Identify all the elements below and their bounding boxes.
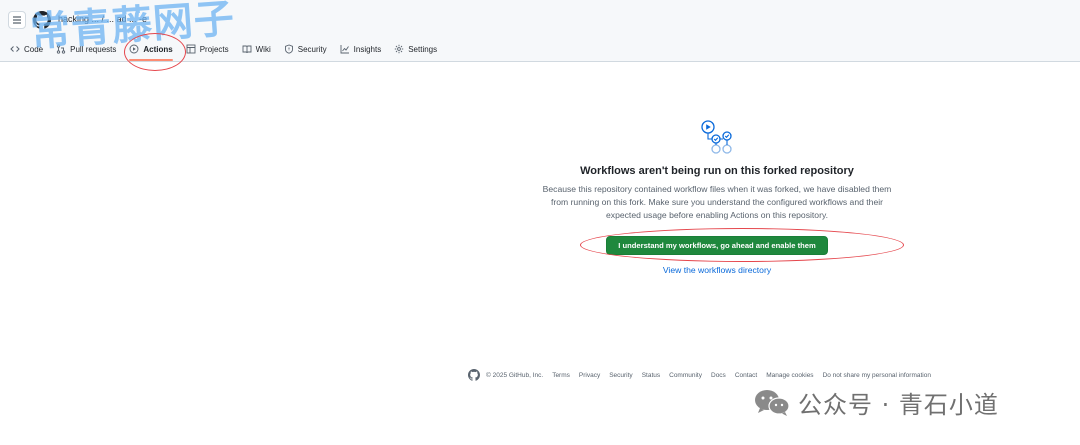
description-line: expected usage before enabling Actions o…: [606, 210, 828, 220]
tab-settings[interactable]: Settings: [394, 39, 437, 59]
workflow-icon: [701, 120, 732, 154]
footer-link-community[interactable]: Community: [669, 372, 702, 379]
footer-copyright: © 2025 GitHub, Inc.: [486, 371, 544, 379]
tab-projects[interactable]: Projects: [186, 39, 229, 59]
footer-link-manage-cookies[interactable]: Manage cookies: [766, 372, 813, 379]
play-icon: [129, 44, 139, 54]
tab-label: Code: [24, 44, 44, 54]
graph-icon: [340, 44, 350, 54]
menu-button[interactable]: [8, 11, 26, 29]
repo-path[interactable]: hacking ... / ... ad ... -e: [58, 14, 147, 24]
footer-link-contact[interactable]: Contact: [735, 372, 757, 379]
workflows-directory-link[interactable]: View the workflows directory: [617, 265, 817, 275]
pull-request-icon: [56, 44, 66, 54]
enable-workflows-button[interactable]: I understand my workflows, go ahead and …: [606, 236, 828, 255]
github-logo-icon[interactable]: [33, 11, 51, 29]
empty-state-description: Because this repository contained workfl…: [527, 183, 907, 222]
description-line: from running on this fork. Make sure you…: [551, 197, 883, 207]
footer-link-do-not-share[interactable]: Do not share my personal information: [823, 372, 931, 379]
github-footer-logo-icon[interactable]: [468, 369, 480, 381]
hamburger-icon: [13, 16, 21, 24]
tab-code[interactable]: Code: [10, 39, 43, 59]
tab-actions[interactable]: Actions: [129, 39, 174, 61]
wechat-icon: [755, 390, 790, 416]
tab-label: Projects: [199, 44, 229, 54]
table-icon: [186, 44, 196, 54]
tab-label: Settings: [408, 44, 438, 54]
tab-label: Security: [297, 44, 327, 54]
tab-label: Wiki: [255, 44, 271, 54]
footer-link-status[interactable]: Status: [642, 372, 660, 379]
tab-security[interactable]: Security: [284, 39, 327, 59]
shield-icon: [284, 44, 294, 54]
footer-link-security[interactable]: Security: [609, 372, 632, 379]
tab-label: Insights: [353, 44, 382, 54]
tab-label: Pull requests: [70, 44, 117, 54]
wechat-account-name: 公众号 · 青石小道: [798, 390, 999, 419]
code-icon: [10, 44, 20, 54]
gear-icon: [394, 44, 404, 54]
footer-link-docs[interactable]: Docs: [711, 372, 726, 379]
tab-pull-requests[interactable]: Pull requests: [56, 39, 116, 59]
wechat-watermark: 公众号 · 青石小道: [752, 386, 999, 419]
empty-state-headline: Workflows aren't being run on this forke…: [580, 165, 854, 177]
description-line: Because this repository contained workfl…: [542, 184, 892, 194]
tab-wiki[interactable]: Wiki: [242, 39, 271, 59]
repo-tabs: Code Pull requests Actions Projects Wiki…: [10, 38, 450, 61]
footer-link-terms[interactable]: Terms: [552, 372, 570, 379]
repo-header: hacking ... / ... ad ... -e Code Pull re…: [0, 0, 1080, 62]
site-footer: © 2025 GitHub, Inc. Terms Privacy Securi…: [468, 368, 940, 382]
book-icon: [242, 44, 252, 54]
footer-link-privacy[interactable]: Privacy: [579, 372, 600, 379]
tab-insights[interactable]: Insights: [340, 39, 382, 59]
tab-label: Actions: [143, 44, 173, 54]
